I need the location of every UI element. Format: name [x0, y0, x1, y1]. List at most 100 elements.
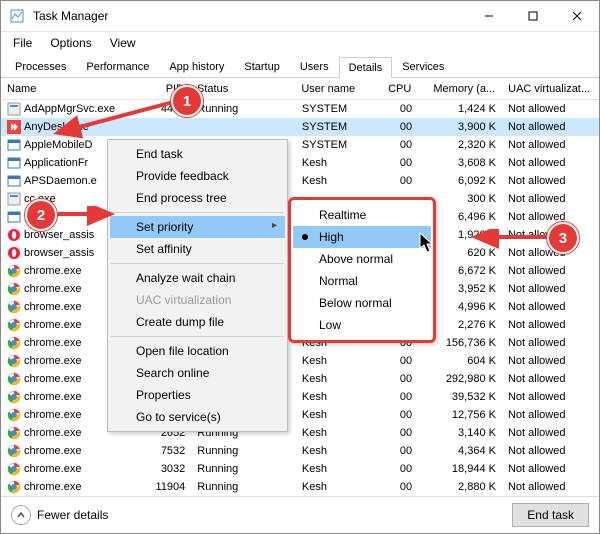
process-uac: Not allowed — [502, 102, 599, 116]
menu-item-create-dump-file[interactable]: Create dump file — [110, 311, 285, 333]
tab-startup[interactable]: Startup — [234, 56, 289, 77]
process-status: Running — [191, 444, 296, 458]
menu-item-open-file-location[interactable]: Open file location — [110, 340, 285, 362]
end-task-button[interactable]: End task — [512, 503, 589, 527]
menubar: File Options View — [1, 32, 599, 54]
col-cpu[interactable]: CPU — [370, 79, 418, 99]
priority-normal[interactable]: Normal — [293, 270, 431, 292]
process-row[interactable]: APSDaemon.eKesh006,092 KNot allowed — [1, 172, 599, 190]
process-user: Kesh — [296, 390, 370, 404]
process-cpu: 00 — [370, 426, 418, 440]
process-uac: Not allowed — [502, 318, 599, 332]
process-row[interactable]: chrome.exe11904RunningKesh002,880 KNot a… — [1, 478, 599, 496]
menu-item-go-to-service-s-[interactable]: Go to service(s) — [110, 406, 285, 428]
col-user[interactable]: User name — [295, 79, 370, 99]
menu-item-set-affinity[interactable]: Set affinity — [110, 238, 285, 260]
process-name: chrome.exe — [24, 283, 81, 295]
process-row[interactable]: chrome.exe7532RunningKesh004,364 KNot al… — [1, 442, 599, 460]
priority-realtime[interactable]: Realtime — [293, 204, 431, 226]
process-name: chrome.exe — [24, 445, 81, 457]
process-icon — [7, 354, 21, 368]
process-status — [191, 126, 296, 128]
process-icon — [7, 156, 21, 170]
process-memory: 6,092 K — [418, 174, 502, 188]
priority-above-normal[interactable]: Above normal — [293, 248, 431, 270]
priority-submenu: RealtimeHighAbove normalNormalBelow norm… — [288, 197, 436, 343]
process-icon — [7, 210, 21, 224]
process-row[interactable]: AppleMobileDSYSTEM002,320 KNot allowed — [1, 136, 599, 154]
process-row[interactable]: chrome.exe2652RunningKesh003,140 KNot al… — [1, 424, 599, 442]
col-name[interactable]: Name — [1, 79, 131, 99]
process-cpu: 00 — [370, 480, 418, 494]
process-name: ApplicationFr — [24, 157, 88, 169]
process-pid: 11904 — [132, 480, 191, 494]
menu-item-search-online[interactable]: Search online — [110, 362, 285, 384]
tab-processes[interactable]: Processes — [5, 56, 76, 77]
menu-separator — [111, 212, 284, 213]
process-row[interactable]: chrome.exeKesh00292,980 KNot allowed — [1, 370, 599, 388]
process-name: AdAppMgrSvc.exe — [24, 103, 115, 115]
process-memory: 18,944 K — [418, 462, 502, 476]
process-uac: Not allowed — [502, 408, 599, 422]
process-cpu: 00 — [370, 462, 418, 476]
process-icon — [7, 318, 21, 332]
process-row[interactable]: chrome.exeKesh00604 KNot allowed — [1, 352, 599, 370]
process-row[interactable]: chrome.exe2960RunningKesh0012,756 KNot a… — [1, 406, 599, 424]
process-pid: 3032 — [132, 462, 191, 476]
menu-item-end-task[interactable]: End task — [110, 143, 285, 165]
process-icon — [7, 102, 21, 116]
process-name: chrome.exe — [24, 337, 81, 349]
minimize-button[interactable] — [467, 1, 511, 31]
menu-item-end-process-tree[interactable]: End process tree — [110, 187, 285, 209]
menu-item-set-priority[interactable]: Set priority — [110, 216, 285, 238]
menu-item-properties[interactable]: Properties — [110, 384, 285, 406]
col-mem[interactable]: Memory (a... — [418, 79, 502, 99]
process-row[interactable]: ApplicationFrKesh003,608 KNot allowed — [1, 154, 599, 172]
process-cpu: 00 — [370, 372, 418, 386]
process-cpu: 00 — [370, 102, 418, 116]
process-name: chrome.exe — [24, 391, 81, 403]
process-uac: Not allowed — [502, 426, 599, 440]
footer: Fewer details End task — [1, 496, 599, 533]
process-cpu: 00 — [370, 138, 418, 152]
fewer-details-toggle[interactable]: Fewer details — [11, 505, 108, 525]
process-cpu: 00 — [370, 390, 418, 404]
menu-options[interactable]: Options — [44, 34, 97, 52]
menu-view[interactable]: View — [104, 34, 142, 52]
process-name: browser_assis — [24, 229, 94, 241]
tab-app-history[interactable]: App history — [159, 56, 234, 77]
process-row[interactable]: AnyDesk.exeSYSTEM003,900 KNot allowed — [1, 118, 599, 136]
process-uac: Not allowed — [502, 174, 599, 188]
process-row[interactable]: AdAppMgrSvc.exe4452RunningSYSTEM001,424 … — [1, 100, 599, 118]
process-name: chrome.exe — [24, 427, 81, 439]
app-icon — [9, 8, 25, 24]
col-status[interactable]: Status — [191, 79, 295, 99]
process-cpu: 00 — [370, 120, 418, 134]
process-uac: Not allowed — [502, 138, 599, 152]
priority-low[interactable]: Low — [293, 314, 431, 336]
menu-item-uac-virtualization: UAC virtualization — [110, 289, 285, 311]
process-name: chrome.exe — [24, 319, 81, 331]
menu-separator — [111, 263, 284, 264]
menu-item-analyze-wait-chain[interactable]: Analyze wait chain — [110, 267, 285, 289]
tab-details[interactable]: Details — [339, 57, 393, 78]
process-name: browser_assis — [24, 247, 94, 259]
maximize-button[interactable] — [511, 1, 555, 31]
tab-services[interactable]: Services — [392, 56, 454, 77]
menu-file[interactable]: File — [7, 34, 38, 52]
col-uac[interactable]: UAC virtualizat... — [502, 79, 599, 99]
priority-high[interactable]: High — [293, 226, 431, 248]
process-name: AnyDesk.exe — [24, 121, 89, 133]
tab-users[interactable]: Users — [290, 56, 339, 77]
process-icon — [7, 372, 21, 386]
process-name: chrome.exe — [24, 373, 81, 385]
priority-below-normal[interactable]: Below normal — [293, 292, 431, 314]
process-row[interactable]: chrome.exe3032RunningKesh0018,944 KNot a… — [1, 460, 599, 478]
tab-performance[interactable]: Performance — [76, 56, 159, 77]
process-row[interactable]: chrome.exeKesh0039,532 KNot allowed — [1, 388, 599, 406]
process-cpu: 00 — [370, 156, 418, 170]
menu-item-provide-feedback[interactable]: Provide feedback — [110, 165, 285, 187]
close-button[interactable] — [555, 1, 599, 31]
chevron-up-icon — [11, 505, 31, 525]
process-uac: Not allowed — [502, 336, 599, 350]
